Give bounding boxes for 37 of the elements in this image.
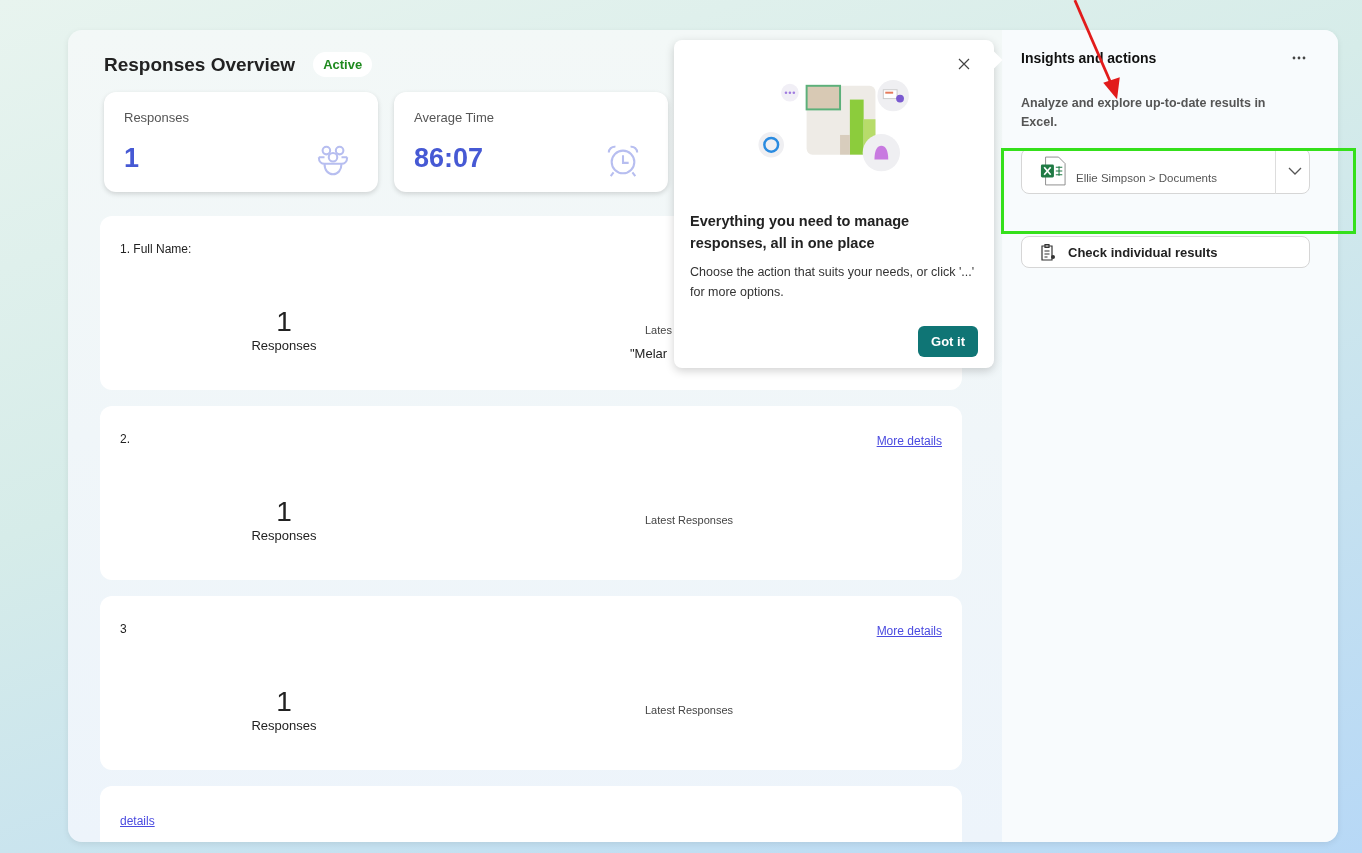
- response-count: 1: [276, 686, 292, 718]
- popup-heading: Everything you need to manage responses, all in one place: [690, 212, 911, 253]
- stat-label: Average Time: [414, 110, 495, 125]
- stat-label: Responses: [124, 110, 191, 125]
- question-title: 3: [120, 622, 127, 638]
- more-details-link[interactable]: More details: [876, 624, 942, 642]
- latest-responses-label: Latest Responses: [645, 704, 734, 716]
- alarm-clock-icon: [606, 144, 640, 178]
- stat-value: 1: [124, 143, 140, 174]
- chevron-down-icon: [1288, 167, 1302, 175]
- latest-responses-label: Lates: [645, 324, 672, 336]
- responses-label: Responses: [251, 718, 317, 733]
- responses-label: Responses: [251, 338, 317, 353]
- latest-response-text: "Melar: [630, 346, 669, 361]
- check-results-button[interactable]: Check individual results: [1021, 236, 1310, 268]
- more-details-link[interactable]: More details: [876, 434, 942, 452]
- clipboard-person-icon: [1040, 243, 1056, 261]
- panel-description: Analyze and explore up-to-date results in Excel.: [1021, 95, 1267, 131]
- file-location: Ellie Simpson > Documents: [1076, 172, 1218, 184]
- page-title: Responses Overview: [104, 53, 296, 76]
- question-title: 2.: [120, 432, 130, 448]
- close-button[interactable]: [956, 56, 972, 72]
- got-it-button[interactable]: Got it: [918, 326, 978, 357]
- popup-text: Choose the action that suits your needs, or click '...' for more options.: [690, 264, 976, 301]
- close-icon: [958, 58, 970, 70]
- response-count: 1: [276, 496, 292, 528]
- responses-label: Responses: [251, 528, 317, 543]
- question-title: 1. Full Name:: [120, 242, 192, 258]
- status-badge: Active: [313, 52, 373, 77]
- excel-file-selector[interactable]: Ellie Simpson > Documents: [1021, 148, 1310, 194]
- spreadsheet-file-icon: [1040, 156, 1066, 186]
- people-icon: [316, 144, 350, 178]
- more-icon: [1292, 56, 1306, 60]
- response-count: 1: [276, 306, 292, 338]
- more-details-link[interactable]: details: [120, 814, 155, 832]
- latest-responses-label: Latest Responses: [645, 514, 734, 526]
- stat-value: 86:07: [414, 143, 484, 174]
